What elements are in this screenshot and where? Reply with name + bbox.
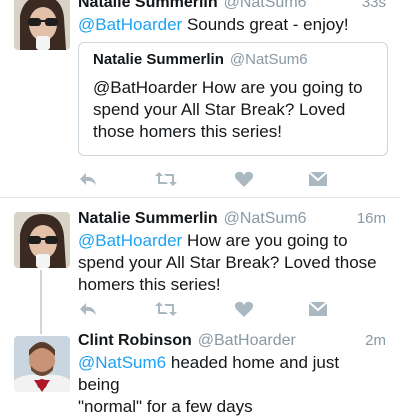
tweet-header: Natalie Summerlin @NatSum6 — [78, 0, 307, 12]
reply-icon[interactable] — [78, 300, 100, 320]
tweet-text-line: "normal" for a few days — [78, 397, 253, 416]
display-name[interactable]: Clint Robinson — [78, 332, 192, 349]
tweet-actions — [78, 300, 338, 320]
avatar[interactable] — [14, 212, 70, 268]
tweet-header: Natalie Summerlin @NatSum6 — [78, 210, 307, 228]
tweet-actions — [78, 170, 338, 190]
avatar[interactable] — [14, 0, 70, 50]
timestamp[interactable]: 16m — [357, 210, 386, 227]
like-icon[interactable] — [234, 300, 256, 320]
direct-message-icon[interactable] — [308, 300, 330, 320]
quoted-display-name: Natalie Summerlin — [93, 51, 224, 68]
quoted-tweet[interactable]: Natalie Summerlin @NatSum6 @BatHoarder Ho… — [78, 42, 388, 156]
handle[interactable]: @BatHoarder — [198, 332, 296, 349]
tweet-text: @BatHoarder Sounds great - enjoy! — [78, 14, 383, 36]
display-name[interactable]: Natalie Summerlin — [78, 210, 218, 227]
like-icon[interactable] — [234, 170, 256, 190]
tweet-text-content: Sounds great - enjoy! — [186, 15, 349, 34]
tweet-text-line: @BatHoarder How are you going to — [78, 230, 383, 252]
mention-link[interactable]: @BatHoarder — [78, 231, 182, 250]
reply-icon[interactable] — [78, 170, 100, 190]
tweet-text-line: spend your All Star Break? Loved those — [78, 253, 377, 272]
tweet-text-line: @NatSum6 headed home and just being — [78, 352, 383, 396]
tweet-3[interactable]: Clint Robinson @BatHoarder 2m @NatSum6 he… — [0, 330, 400, 416]
handle[interactable]: @NatSum6 — [224, 210, 307, 227]
handle[interactable]: @NatSum6 — [224, 0, 307, 11]
tweet-header: Clint Robinson @BatHoarder — [78, 332, 296, 350]
conversation-thread-line — [40, 270, 42, 334]
tweet-text-content: How are you going to — [186, 231, 348, 250]
tweet-text: @NatSum6 headed home and just being "nor… — [78, 352, 383, 418]
quoted-tweet-text: @BatHoarder How are you going to spend y… — [93, 78, 363, 141]
mention-link[interactable]: @BatHoarder — [78, 15, 182, 34]
timestamp[interactable]: 33s — [362, 0, 386, 11]
timestamp[interactable]: 2m — [365, 332, 386, 349]
tweet-text-line: homers this series! — [78, 275, 221, 294]
tweet-1[interactable]: Natalie Summerlin @NatSum6 33s @BatHoarde… — [0, 0, 400, 196]
display-name[interactable]: Natalie Summerlin — [78, 0, 218, 11]
mention-link[interactable]: @NatSum6 — [78, 353, 166, 372]
avatar[interactable] — [14, 336, 70, 392]
quoted-handle: @NatSum6 — [229, 51, 308, 68]
tweet-2[interactable]: Natalie Summerlin @NatSum6 16m @BatHoarde… — [0, 198, 400, 322]
direct-message-icon[interactable] — [308, 170, 330, 190]
retweet-icon[interactable] — [154, 170, 177, 190]
retweet-icon[interactable] — [154, 300, 177, 320]
quoted-tweet-header: Natalie Summerlin @NatSum6 — [93, 51, 308, 68]
tweet-text: @BatHoarder How are you going to spend y… — [78, 230, 383, 296]
